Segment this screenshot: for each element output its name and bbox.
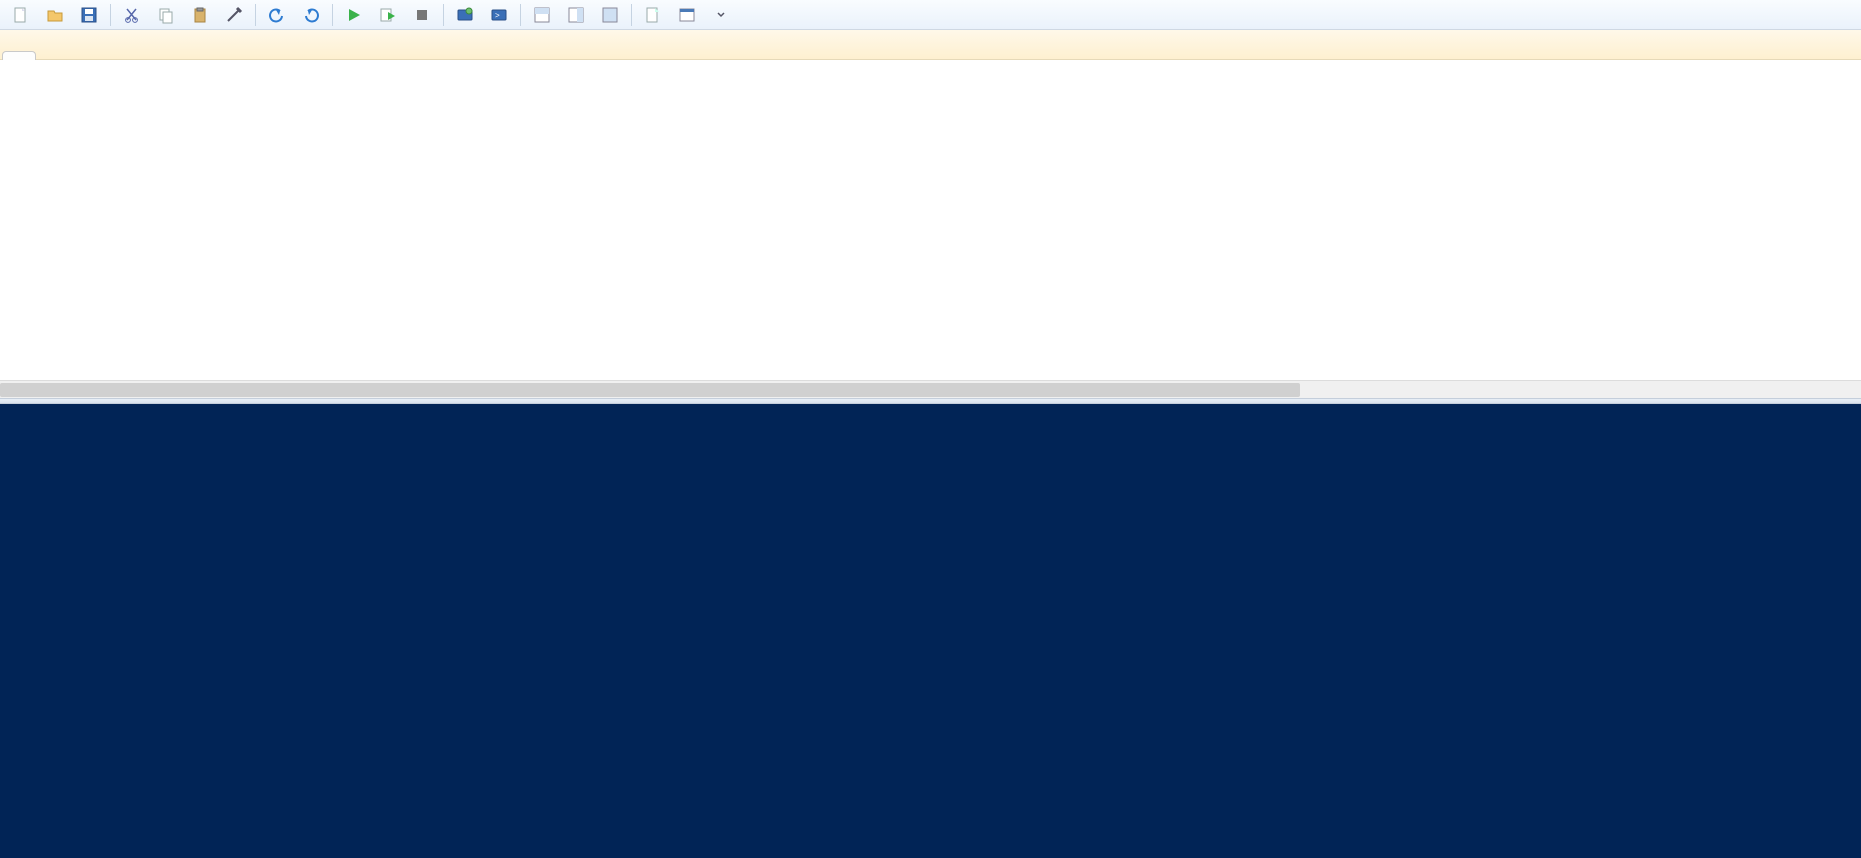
file-tab[interactable] bbox=[2, 51, 36, 60]
stop-button[interactable] bbox=[405, 3, 439, 27]
horizontal-scrollbar[interactable] bbox=[0, 380, 1861, 398]
toolbar-separator bbox=[443, 4, 444, 26]
toolbar-separator bbox=[631, 4, 632, 26]
toolbar: > bbox=[0, 0, 1861, 30]
line-number-gutter bbox=[0, 60, 86, 380]
run-selection-button[interactable] bbox=[371, 3, 405, 27]
paste-button[interactable] bbox=[183, 3, 217, 27]
console-pane[interactable] bbox=[0, 404, 1861, 858]
toolbar-separator bbox=[255, 4, 256, 26]
run-script-button[interactable] bbox=[337, 3, 371, 27]
toolbar-overflow-button[interactable] bbox=[704, 3, 738, 27]
copy-button[interactable] bbox=[149, 3, 183, 27]
show-script-pane-right-button[interactable] bbox=[559, 3, 593, 27]
code-area[interactable] bbox=[86, 60, 1861, 380]
svg-text:>: > bbox=[495, 11, 500, 20]
open-file-button[interactable] bbox=[38, 3, 72, 27]
start-powershell-button[interactable]: > bbox=[482, 3, 516, 27]
new-file-button[interactable] bbox=[4, 3, 38, 27]
toolbar-separator bbox=[332, 4, 333, 26]
redo-button[interactable] bbox=[294, 3, 328, 27]
new-remote-tab-button[interactable] bbox=[448, 3, 482, 27]
file-tabstrip bbox=[0, 30, 1861, 60]
toolbar-separator bbox=[520, 4, 521, 26]
toolbar-separator bbox=[110, 4, 111, 26]
save-button[interactable] bbox=[72, 3, 106, 27]
show-script-pane-max-button[interactable] bbox=[593, 3, 627, 27]
cut-button[interactable] bbox=[115, 3, 149, 27]
powershell-ise-window: > bbox=[0, 0, 1861, 858]
show-script-pane-top-button[interactable] bbox=[525, 3, 559, 27]
show-command-window-button[interactable] bbox=[670, 3, 704, 27]
undo-button[interactable] bbox=[260, 3, 294, 27]
clear-button[interactable] bbox=[217, 3, 251, 27]
show-command-addon-button[interactable] bbox=[636, 3, 670, 27]
editor-body[interactable] bbox=[0, 60, 1861, 380]
script-editor bbox=[0, 60, 1861, 398]
scrollbar-thumb[interactable] bbox=[0, 383, 1300, 397]
